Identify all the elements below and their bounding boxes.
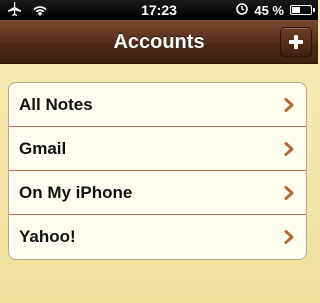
battery-icon [290, 5, 315, 15]
page-title: Accounts [113, 31, 205, 53]
accounts-list: All Notes Gmail On My iPhone Yahoo! [8, 82, 307, 260]
navigation-bar: Accounts [0, 20, 318, 64]
list-item-all-notes[interactable]: All Notes [9, 83, 306, 127]
plus-icon [289, 35, 303, 49]
battery-level [292, 7, 300, 13]
chevron-right-icon [284, 186, 294, 200]
alarm-icon [236, 2, 249, 18]
list-item-on-my-iphone[interactable]: On My iPhone [9, 171, 306, 215]
battery-percent: 45 % [254, 2, 284, 18]
status-right-icons: 45 % [236, 2, 315, 18]
list-item-label: On My iPhone [19, 183, 133, 202]
list-item-gmail[interactable]: Gmail [9, 127, 306, 171]
list-item-label: All Notes [19, 95, 93, 114]
status-bar: 17:23 45 % [0, 0, 318, 20]
list-item-label: Yahoo! [19, 227, 76, 246]
chevron-right-icon [284, 142, 294, 156]
add-account-button[interactable] [280, 27, 312, 57]
chevron-right-icon [284, 98, 294, 112]
list-item-yahoo[interactable]: Yahoo! [9, 215, 306, 259]
chevron-right-icon [284, 230, 294, 244]
list-item-label: Gmail [19, 139, 67, 158]
